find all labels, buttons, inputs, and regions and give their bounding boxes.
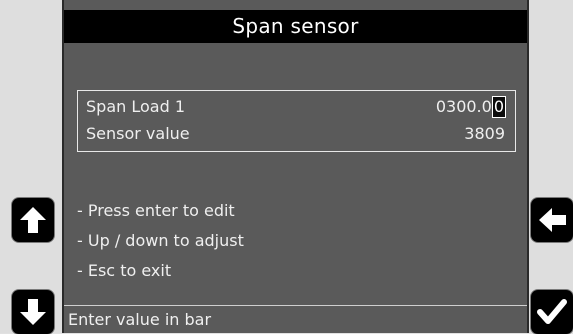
span-load-row[interactable]: Span Load 1 0300.0 0: [78, 94, 515, 120]
value-box: Span Load 1 0300.0 0 Sensor value 3809: [77, 90, 516, 152]
back-button[interactable]: [531, 198, 573, 242]
left-panel: [0, 0, 62, 333]
sensor-value-label: Sensor value: [86, 124, 190, 143]
status-divider: [64, 305, 527, 306]
right-panel: [529, 0, 573, 333]
instruction-edit: - Press enter to edit: [77, 201, 235, 220]
arrow-down-icon: [20, 299, 46, 325]
instruction-exit: - Esc to exit: [77, 261, 172, 280]
arrow-up-icon: [20, 207, 46, 233]
instructions-list: - Press enter to edit - Up / down to adj…: [77, 196, 244, 286]
sensor-value-row: Sensor value 3809: [78, 121, 515, 147]
sensor-value-reading: 3809: [464, 124, 505, 143]
checkmark-icon: [537, 299, 567, 324]
arrow-left-icon: [539, 208, 566, 232]
status-message: Enter value in bar: [68, 310, 212, 329]
screen-title: Span sensor: [64, 10, 527, 43]
display-screen: Span sensor Span Load 1 0300.0 0 Sensor v…: [62, 0, 529, 333]
span-load-label: Span Load 1: [86, 97, 185, 116]
down-button[interactable]: [12, 290, 54, 334]
confirm-button[interactable]: [531, 290, 573, 334]
span-load-value-text: 0300.0: [435, 97, 492, 116]
span-load-value[interactable]: 0300.0 0: [435, 94, 507, 120]
edit-cursor[interactable]: 0: [491, 96, 507, 118]
instruction-adjust: - Up / down to adjust: [77, 231, 244, 250]
up-button[interactable]: [12, 198, 54, 242]
